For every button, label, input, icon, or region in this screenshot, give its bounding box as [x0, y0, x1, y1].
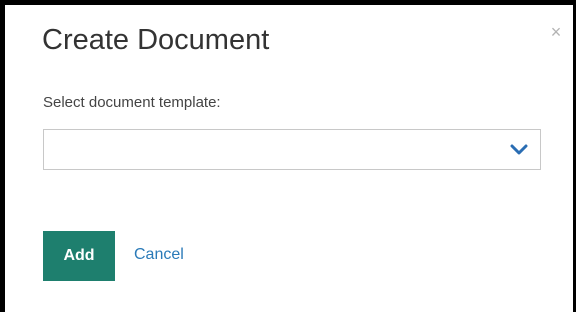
- add-button[interactable]: Add: [43, 231, 115, 281]
- close-icon[interactable]: ×: [541, 17, 571, 47]
- template-select[interactable]: [43, 129, 541, 170]
- dialog-title: Create Document: [42, 24, 270, 56]
- cancel-link[interactable]: Cancel: [134, 246, 184, 264]
- template-field-label: Select document template:: [43, 94, 221, 111]
- chevron-down-icon: [510, 144, 528, 155]
- create-document-dialog: × Create Document Select document templa…: [5, 5, 573, 312]
